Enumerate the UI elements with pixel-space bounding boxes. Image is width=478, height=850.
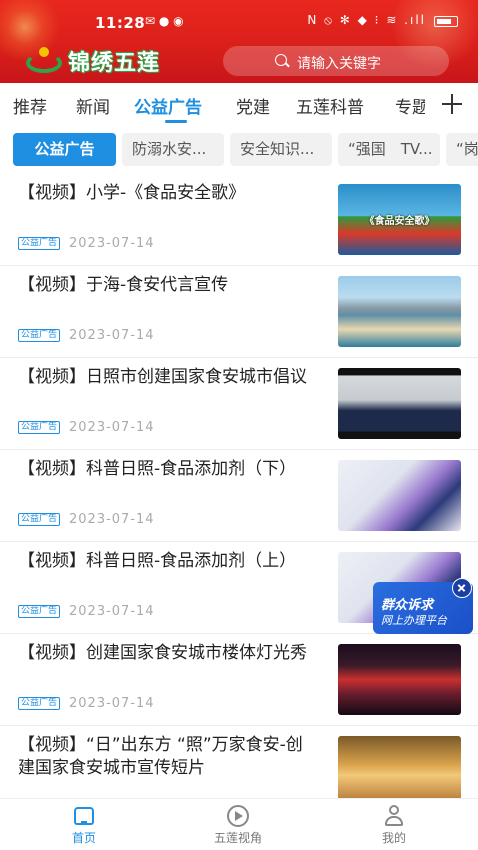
category-badge: 公益广告	[18, 421, 61, 434]
item-title: 【视频】小学-《食品安全歌》	[18, 183, 246, 203]
nav-label: 我的	[381, 831, 406, 845]
tab-recommend[interactable]: 推荐	[13, 93, 47, 118]
item-meta: 公益广告 2023-07-14	[18, 420, 155, 435]
nav-mine[interactable]: 我的	[349, 805, 439, 846]
nav-label: 首页	[71, 831, 96, 845]
video-thumbnail	[338, 460, 461, 531]
category-badge: 公益广告	[18, 605, 61, 618]
system-status-icons: N ⦸ ✻ ◆ ⁝ ≋ .ıll	[307, 13, 426, 27]
category-badge: 公益广告	[18, 329, 61, 342]
tab-party-building[interactable]: 党建	[236, 93, 270, 118]
bottom-navigation: 首页 五莲视角 我的	[0, 798, 478, 850]
list-item[interactable]: 【视频】科普日照-食品添加剂（下） 公益广告 2023-07-14	[0, 450, 478, 542]
list-item[interactable]: 【视频】于海-食安代言宣传 公益广告 2023-07-14	[0, 266, 478, 358]
notification-icons: ✉ ● ◉	[145, 14, 184, 28]
item-title: 【视频】科普日照-食品添加剂（上）	[18, 551, 297, 571]
item-date: 2023-07-14	[69, 512, 155, 527]
item-title: 【视频】创建国家食安城市楼体灯光秀	[18, 643, 307, 663]
search-input[interactable]: 请输入关键字	[223, 46, 449, 76]
category-badge: 公益广告	[18, 513, 61, 526]
article-list: 【视频】小学-《食品安全歌》 公益广告 2023-07-14 《食品安全歌》 【…	[0, 174, 478, 798]
list-item[interactable]: 【视频】小学-《食品安全歌》 公益广告 2023-07-14 《食品安全歌》	[0, 174, 478, 266]
play-icon	[226, 805, 250, 827]
status-bar: 11:28 ✉ ● ◉ N ⦸ ✻ ◆ ⁝ ≋ .ıll	[0, 0, 478, 42]
item-date: 2023-07-14	[69, 328, 155, 343]
tab-special-topic[interactable]: 专题	[395, 93, 425, 118]
logo-text: 锦绣五莲	[68, 50, 161, 76]
subtab-drowning-prevention[interactable]: 防溺水安...	[122, 133, 224, 166]
item-meta: 公益广告 2023-07-14	[18, 696, 155, 711]
item-meta: 公益广告 2023-07-14	[18, 328, 155, 343]
add-channel-icon[interactable]	[440, 92, 464, 116]
status-time: 11:28	[95, 14, 146, 32]
list-item[interactable]: 【视频】“日”出东方 “照”万家食安-创建国家食安城市宣传短片	[0, 726, 478, 798]
active-tab-indicator	[165, 120, 187, 123]
video-thumbnail	[338, 368, 461, 439]
app-header: 11:28 ✉ ● ◉ N ⦸ ✻ ◆ ⁝ ≋ .ıll 锦绣五莲 请输入关键字	[0, 0, 478, 83]
item-title: 【视频】于海-食安代言宣传	[18, 275, 229, 295]
subtab-safety-knowledge[interactable]: 安全知识...	[230, 133, 332, 166]
subtab-qiangguo-tv[interactable]: “强国 TV...	[338, 133, 440, 166]
tab-wulian-science[interactable]: 五莲科普	[296, 93, 364, 118]
user-icon	[382, 805, 406, 827]
video-thumbnail: 《食品安全歌》	[338, 184, 461, 255]
subtab-public-ads[interactable]: 公益广告	[13, 133, 116, 166]
search-placeholder: 请输入关键字	[297, 56, 381, 72]
item-date: 2023-07-14	[69, 420, 155, 435]
item-meta: 公益广告 2023-07-14	[18, 236, 155, 251]
item-date: 2023-07-14	[69, 236, 155, 251]
lotus-logo-icon	[24, 47, 64, 75]
search-icon	[275, 54, 287, 66]
video-thumbnail	[338, 736, 461, 798]
app-logo: 锦绣五莲	[24, 46, 160, 76]
item-date: 2023-07-14	[69, 696, 155, 711]
subtab-more[interactable]: “岗	[446, 133, 478, 166]
category-badge: 公益广告	[18, 697, 61, 710]
channel-tabs: 推荐 新闻 公益广告 党建 五莲科普 专题	[0, 83, 478, 127]
tab-public-ads[interactable]: 公益广告	[134, 93, 202, 118]
item-date: 2023-07-14	[69, 604, 155, 619]
item-meta: 公益广告 2023-07-14	[18, 604, 155, 619]
item-title: 【视频】科普日照-食品添加剂（下）	[18, 459, 297, 479]
banner-title: 群众诉求	[381, 598, 434, 613]
nav-home[interactable]: 首页	[39, 805, 129, 846]
item-title: 【视频】“日”出东方 “照”万家食安-创建国家食安城市宣传短片	[18, 735, 303, 778]
nav-label: 五莲视角	[213, 831, 262, 845]
battery-icon	[434, 16, 458, 27]
thumbnail-caption: 《食品安全歌》	[364, 216, 435, 227]
tab-news[interactable]: 新闻	[76, 93, 110, 118]
video-thumbnail	[338, 276, 461, 347]
nav-wulian-perspective[interactable]: 五莲视角	[193, 805, 283, 846]
category-badge: 公益广告	[18, 237, 61, 250]
item-title: 【视频】日照市创建国家食安城市倡议	[18, 367, 307, 387]
banner-subtitle: 网上办理平台	[381, 614, 447, 627]
close-icon[interactable]	[452, 578, 472, 598]
video-thumbnail	[338, 644, 461, 715]
list-item[interactable]: 【视频】日照市创建国家食安城市倡议 公益广告 2023-07-14	[0, 358, 478, 450]
list-item[interactable]: 【视频】创建国家食安城市楼体灯光秀 公益广告 2023-07-14	[0, 634, 478, 726]
item-meta: 公益广告 2023-07-14	[18, 512, 155, 527]
sub-category-tabs: 公益广告 防溺水安... 安全知识... “强国 TV... “岗	[0, 129, 478, 171]
home-icon	[71, 805, 97, 827]
